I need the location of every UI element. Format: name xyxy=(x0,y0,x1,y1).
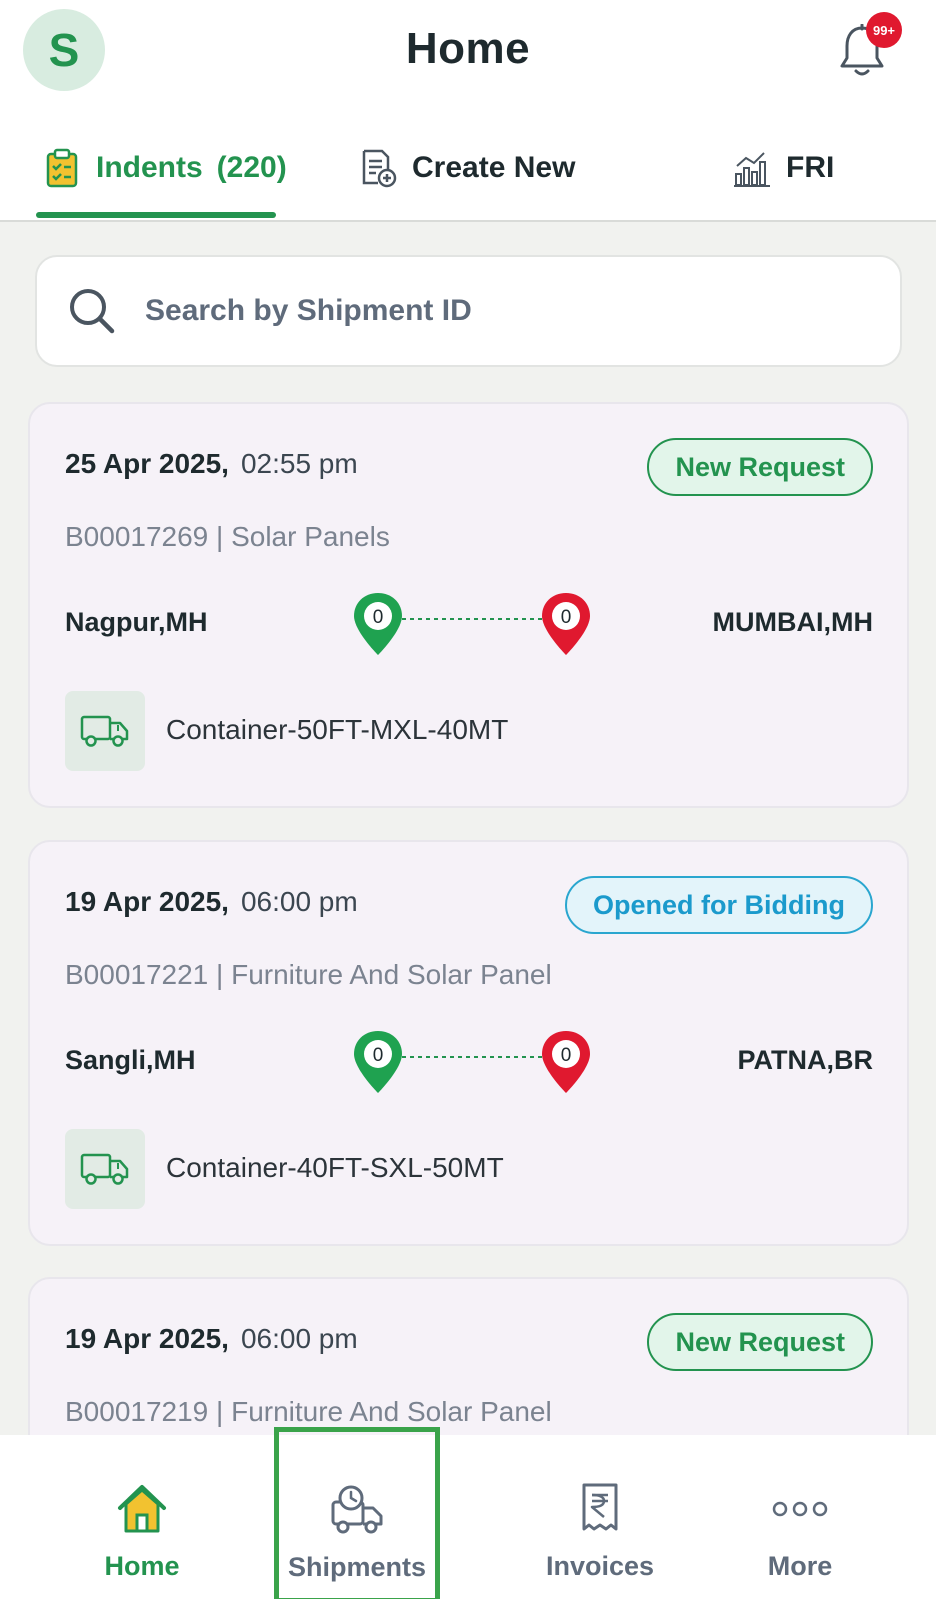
origin-location: Sangli,MH xyxy=(65,1045,196,1075)
nav-shipments-label: Shipments xyxy=(287,1552,427,1582)
card-datetime: 25 Apr 2025, 02:55 pm xyxy=(65,448,358,480)
card-subtitle: B00017219 | Furniture And Solar Panel xyxy=(65,1396,552,1427)
card-date: 25 Apr 2025, xyxy=(65,448,229,479)
tab-create-new-label: Create New xyxy=(412,151,576,184)
destination-count: 0 xyxy=(561,1045,572,1066)
active-tab-indicator xyxy=(36,212,276,218)
tab-indents-label: Indents xyxy=(96,151,203,184)
vehicle-icon-box xyxy=(65,1129,145,1209)
card-datetime: 19 Apr 2025, 06:00 pm xyxy=(65,886,358,918)
destination-pin-icon: 0 xyxy=(542,593,590,655)
origin-pin-icon: 0 xyxy=(354,593,402,655)
clipboard-icon xyxy=(46,148,78,188)
tab-fri-label: FRI xyxy=(786,151,835,184)
destination-location: MUMBAI,MH xyxy=(712,607,873,637)
vehicle-type: Container-40FT-SXL-50MT xyxy=(166,1152,504,1183)
bottom-navigation: Home Shipments Invoices More xyxy=(0,1427,936,1599)
destination-count: 0 xyxy=(561,607,572,628)
origin-count: 0 xyxy=(373,607,384,628)
search-bar[interactable] xyxy=(35,255,902,367)
page-title: Home xyxy=(405,24,531,73)
status-badge: New Request xyxy=(647,438,873,496)
tab-fri[interactable]: FRI xyxy=(732,140,834,196)
nav-home[interactable]: Home xyxy=(82,1435,202,1599)
home-icon xyxy=(118,1485,166,1533)
card-date: 19 Apr 2025, xyxy=(65,1323,229,1354)
nav-invoices[interactable]: Invoices xyxy=(530,1435,670,1599)
app-header: S Home 99+ xyxy=(0,0,936,112)
destination-location: PATNA,BR xyxy=(737,1045,874,1075)
status-badge: New Request xyxy=(647,1313,873,1371)
vehicle-type: Container-50FT-MXL-40MT xyxy=(166,714,509,745)
tab-bar: Indents (220) Create New FRI xyxy=(0,112,936,222)
origin-pin-icon: 0 xyxy=(354,1031,402,1093)
card-time: 02:55 pm xyxy=(240,448,358,479)
more-dots-icon xyxy=(772,1501,828,1517)
indent-card[interactable]: 19 Apr 2025, 06:00 pm Opened for Bidding … xyxy=(28,840,909,1246)
card-datetime: 19 Apr 2025, 06:00 pm xyxy=(65,1323,358,1355)
notification-badge: 99+ xyxy=(866,12,902,48)
card-subtitle: B00017269 | Solar Panels xyxy=(65,521,390,552)
origin-location: Nagpur,MH xyxy=(65,607,208,637)
tab-indents-count: (220) xyxy=(216,151,287,184)
route-graphic: 0 0 xyxy=(354,1031,590,1093)
status-badge: Opened for Bidding xyxy=(565,876,873,934)
nav-more[interactable]: More xyxy=(740,1435,860,1599)
chart-icon xyxy=(734,152,770,187)
card-time: 06:00 pm xyxy=(240,1323,358,1354)
card-subtitle: B00017221 | Furniture And Solar Panel xyxy=(65,959,552,990)
tab-indents[interactable]: Indents (220) xyxy=(42,140,287,196)
nav-more-label: More xyxy=(767,1551,833,1581)
card-time: 06:00 pm xyxy=(240,886,358,917)
origin-count: 0 xyxy=(373,1045,384,1066)
search-input[interactable] xyxy=(145,294,845,328)
shipment-truck-icon xyxy=(331,1485,383,1534)
nav-shipments[interactable]: Shipments xyxy=(274,1427,440,1599)
document-add-icon xyxy=(362,149,397,188)
nav-home-label: Home xyxy=(104,1551,180,1581)
rupee-invoice-icon xyxy=(582,1483,618,1531)
destination-pin-icon: 0 xyxy=(542,1031,590,1093)
vehicle-icon-box xyxy=(65,691,145,771)
search-icon xyxy=(70,289,115,334)
tab-create-new[interactable]: Create New xyxy=(358,140,575,196)
route-graphic: 0 0 xyxy=(354,593,590,655)
truck-icon xyxy=(80,715,129,747)
indent-card[interactable]: 25 Apr 2025, 02:55 pm New Request B000172… xyxy=(28,402,909,808)
card-date: 19 Apr 2025, xyxy=(65,886,229,917)
truck-icon xyxy=(80,1153,129,1185)
nav-invoices-label: Invoices xyxy=(545,1551,655,1581)
